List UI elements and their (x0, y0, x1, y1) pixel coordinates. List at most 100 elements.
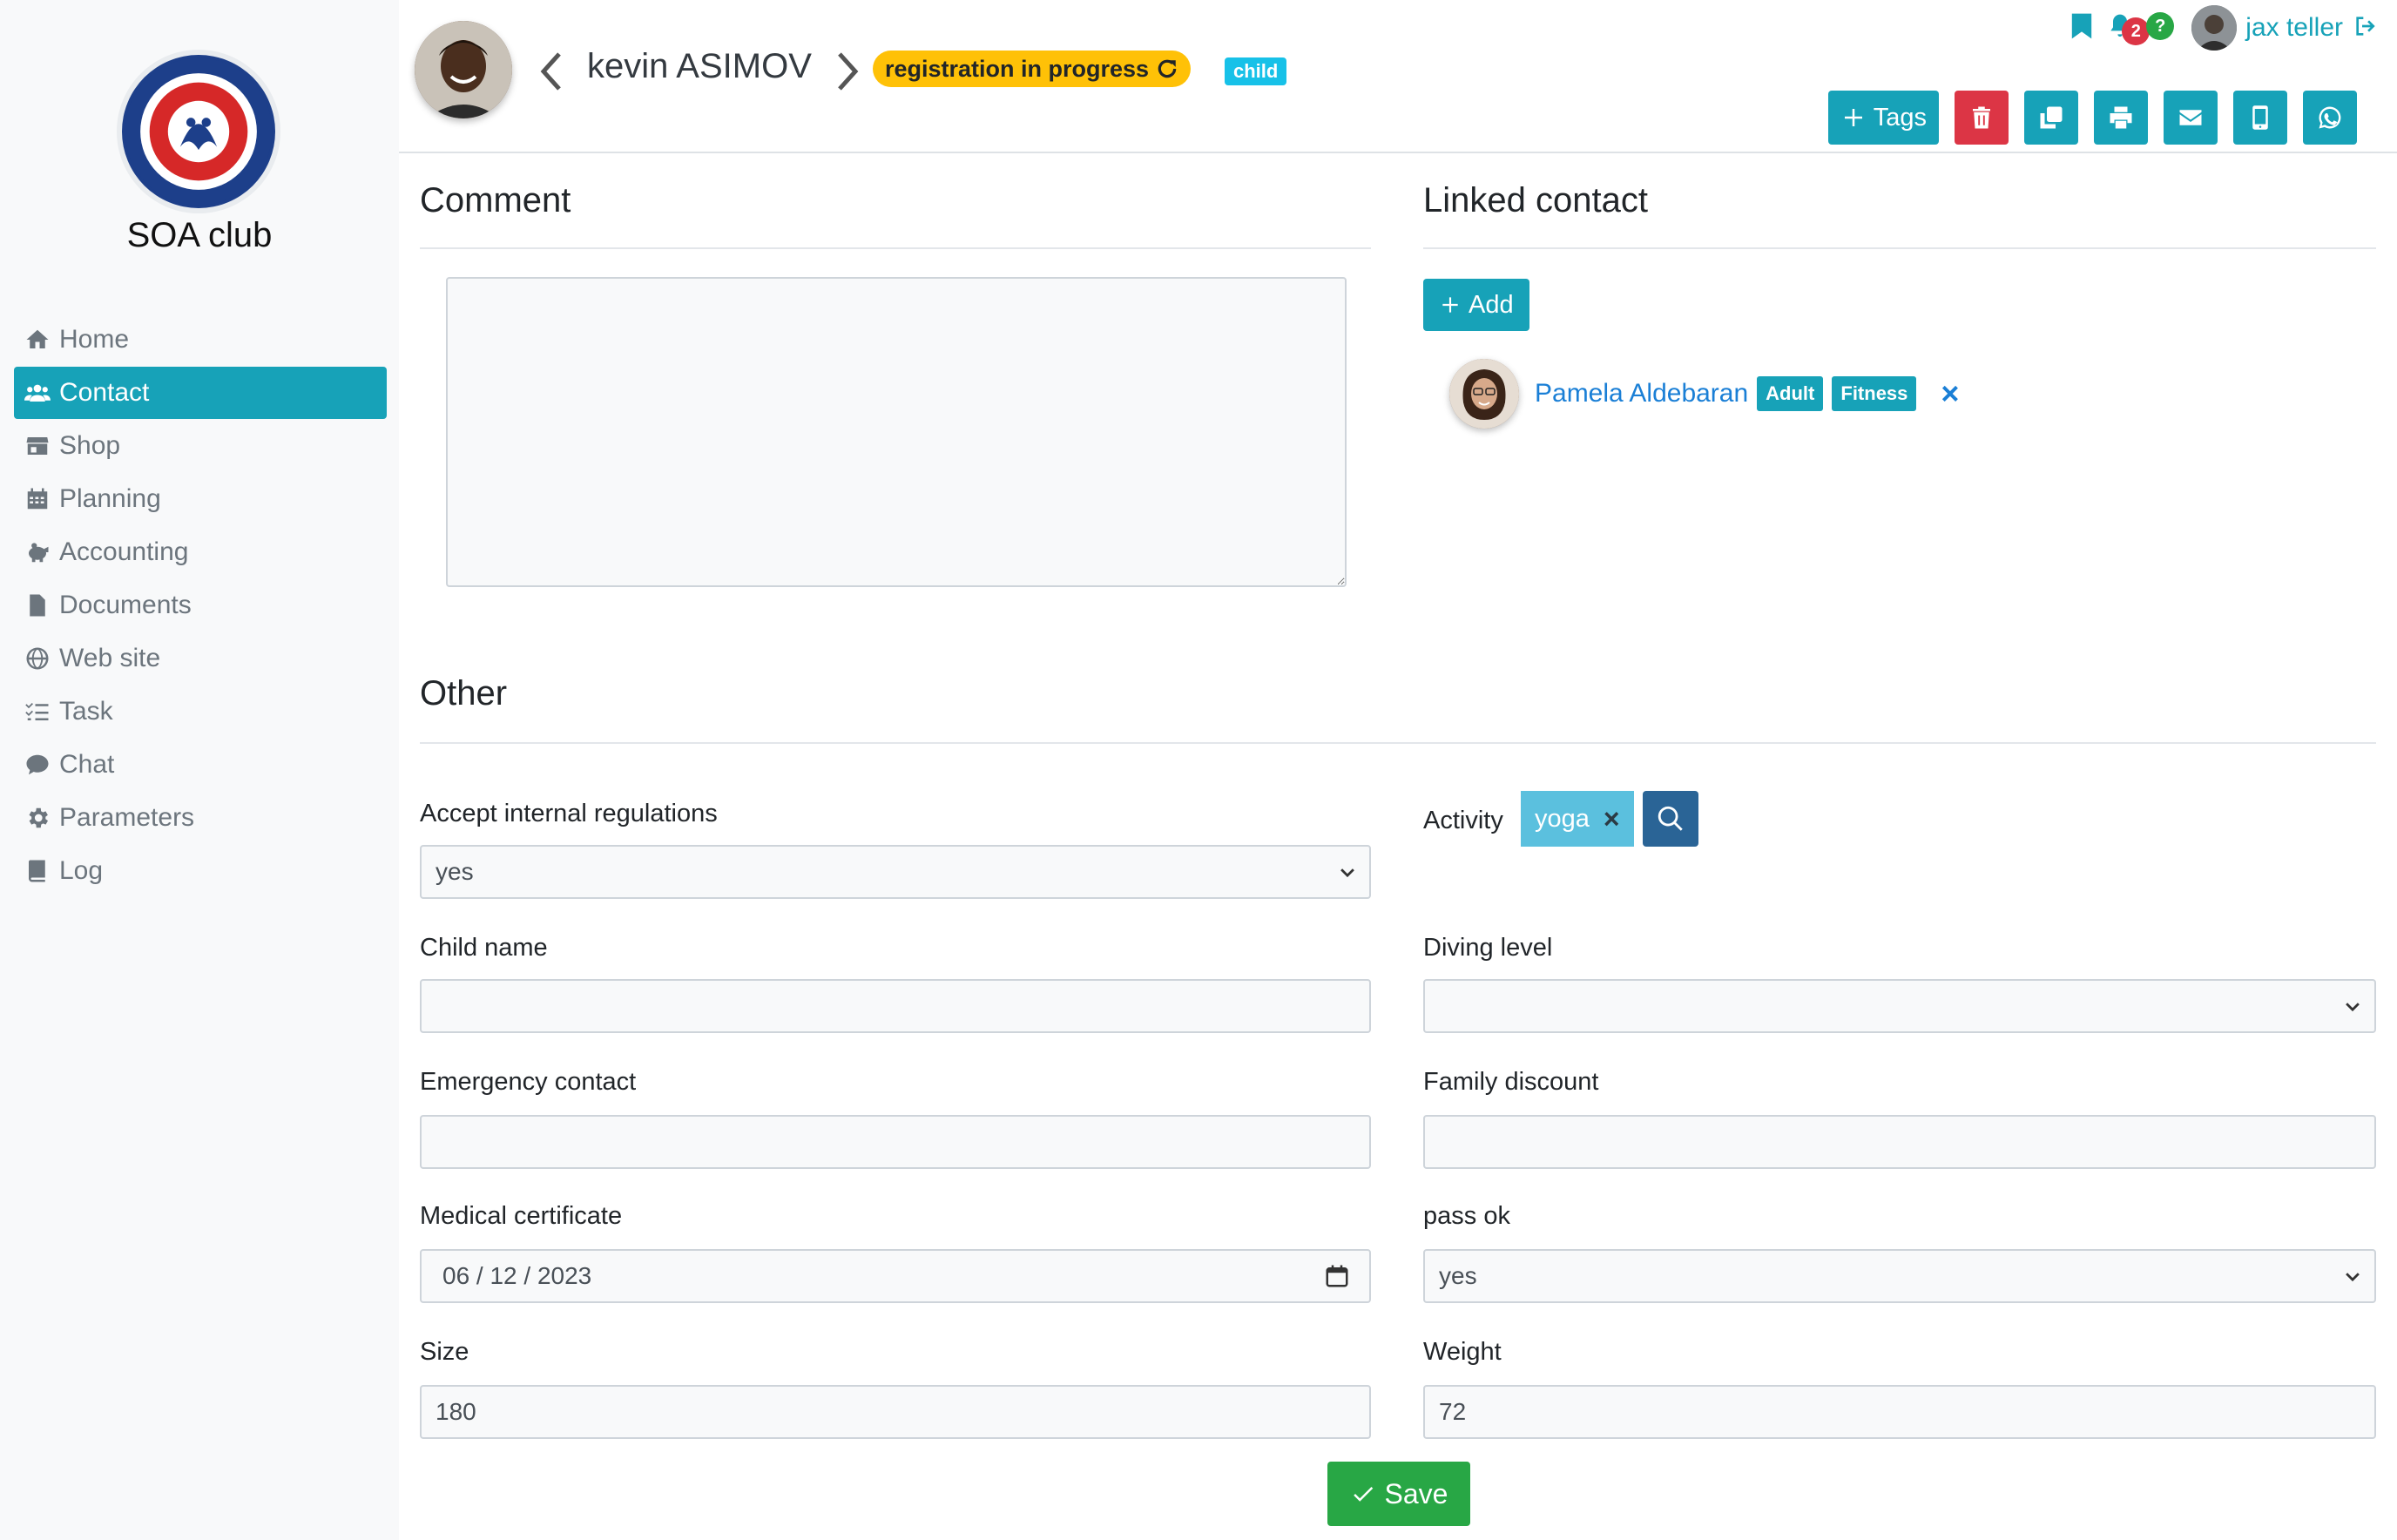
club-logo[interactable] (122, 55, 275, 208)
check-icon (1353, 1487, 1373, 1502)
add-linked-contact-button[interactable]: Add (1423, 279, 1529, 331)
email-button[interactable] (2164, 91, 2218, 145)
save-button-label: Save (1384, 1477, 1448, 1510)
next-contact-button[interactable] (833, 51, 861, 92)
refresh-icon (1158, 59, 1177, 78)
help-badge[interactable]: ? (2146, 12, 2175, 40)
copy-icon (2040, 106, 2063, 129)
mobile-icon (2252, 105, 2268, 130)
calendar-icon (21, 486, 54, 512)
nav-item-chat[interactable]: Chat (14, 739, 387, 791)
nav-item-documents[interactable]: Documents (14, 579, 387, 632)
pass-ok-label: pass ok (1423, 1202, 1510, 1230)
chevron-right-icon (838, 52, 859, 91)
chevron-left-icon (540, 52, 561, 91)
main-nav: Home Contact Shop Planning Accounting Do… (14, 314, 387, 898)
comment-icon (21, 752, 54, 778)
other-title: Other (420, 674, 508, 713)
comment-divider (420, 247, 1371, 249)
book-icon (21, 858, 54, 884)
nav-item-accounting[interactable]: Accounting (14, 526, 387, 578)
tags-button-label: Tags (1873, 103, 1927, 132)
other-divider (420, 742, 2376, 744)
nav-item-label: Task (59, 697, 113, 726)
size-input[interactable]: 180 (420, 1385, 1371, 1439)
contact-type-badge: child (1225, 57, 1287, 85)
accept-regulations-select[interactable]: yes (420, 845, 1371, 899)
gear-icon (21, 805, 54, 831)
activity-chip: yoga × (1521, 791, 1634, 847)
print-button[interactable] (2094, 91, 2148, 145)
diving-level-select[interactable] (1423, 979, 2376, 1033)
status-badge[interactable]: registration in progress (873, 51, 1192, 87)
sidebar: SOA club Home Contact Shop Planning Acco… (0, 0, 399, 1540)
contact-photo (415, 21, 512, 118)
print-icon (2110, 106, 2132, 129)
linked-contact-avatar[interactable] (1449, 359, 1519, 429)
remove-activity-icon[interactable]: × (1604, 803, 1620, 835)
notification-count: 2 (2122, 17, 2151, 45)
nav-item-planning[interactable]: Planning (14, 473, 387, 525)
delete-button[interactable] (1955, 91, 2009, 145)
nav-item-website[interactable]: Web site (14, 632, 387, 685)
notifications-button[interactable]: 2 ? (2103, 9, 2175, 47)
nav-item-log[interactable]: Log (14, 845, 387, 897)
users-icon (21, 380, 54, 406)
activity-label: Activity (1423, 807, 1503, 834)
activity-value: yoga (1535, 804, 1590, 833)
nav-item-label: Parameters (59, 803, 195, 832)
activity-search-button[interactable] (1643, 791, 1698, 847)
club-name: SOA club (126, 216, 273, 254)
chevron-down-icon (2346, 1003, 2360, 1012)
child-name-input[interactable] (420, 979, 1371, 1033)
nav-item-label: Home (59, 325, 130, 354)
whatsapp-button[interactable] (2303, 91, 2357, 145)
nav-item-shop[interactable]: Shop (14, 420, 387, 472)
linked-contact-item: Pamela Aldebaran Adult Fitness × (1449, 359, 1959, 429)
home-icon (21, 327, 54, 353)
weight-input[interactable]: 72 (1423, 1385, 2376, 1439)
comment-textarea[interactable] (446, 277, 1347, 587)
comment-title: Comment (420, 181, 571, 220)
medical-certificate-date-input[interactable]: 06 / 12 / 2023 (420, 1249, 1371, 1303)
previous-contact-button[interactable] (538, 51, 566, 92)
user-topbar: 2 ? jax teller (2070, 5, 2380, 51)
remove-linked-contact-icon[interactable]: × (1941, 375, 1959, 412)
file-icon (21, 592, 54, 618)
logout-icon[interactable] (2352, 12, 2380, 44)
tasks-icon (21, 699, 54, 725)
nav-item-label: Accounting (59, 537, 189, 566)
linked-contact-name[interactable]: Pamela Aldebaran (1535, 379, 1748, 409)
nav-item-contact[interactable]: Contact (14, 367, 387, 419)
search-icon (1658, 806, 1683, 831)
nav-item-task[interactable]: Task (14, 686, 387, 738)
save-button[interactable]: Save (1327, 1462, 1470, 1526)
nav-item-label: Planning (59, 484, 161, 513)
sms-button[interactable] (2233, 91, 2287, 145)
contact-avatar[interactable] (415, 21, 512, 118)
emergency-contact-input[interactable] (420, 1115, 1371, 1169)
size-value: 180 (436, 1398, 476, 1425)
envelope-icon (2179, 110, 2202, 125)
nav-item-parameters[interactable]: Parameters (14, 792, 387, 844)
nav-item-home[interactable]: Home (14, 314, 387, 366)
bookmark-icon[interactable] (2070, 12, 2094, 44)
club-logo-image (125, 57, 273, 206)
medical-certificate-value: 06 / 12 / 2023 (442, 1262, 592, 1289)
user-photo (2191, 5, 2238, 51)
pass-ok-select[interactable]: yes (1423, 1249, 2376, 1303)
plus-icon (1442, 297, 1458, 313)
linked-contact-tag-adult: Adult (1757, 376, 1824, 411)
tags-button[interactable]: Tags (1827, 91, 1939, 145)
linked-contact-photo (1449, 359, 1519, 429)
family-discount-input[interactable] (1423, 1115, 2376, 1169)
nav-item-label: Chat (59, 750, 115, 779)
trash-icon (1973, 106, 1990, 129)
family-discount-label: Family discount (1423, 1068, 1599, 1096)
piggy-bank-icon (21, 539, 54, 565)
duplicate-button[interactable] (2024, 91, 2078, 145)
contact-name: kevin ASIMOV (587, 47, 812, 85)
user-avatar[interactable] (2191, 5, 2238, 51)
user-name[interactable]: jax teller (2245, 13, 2343, 43)
calendar-icon[interactable] (1324, 1263, 1350, 1289)
